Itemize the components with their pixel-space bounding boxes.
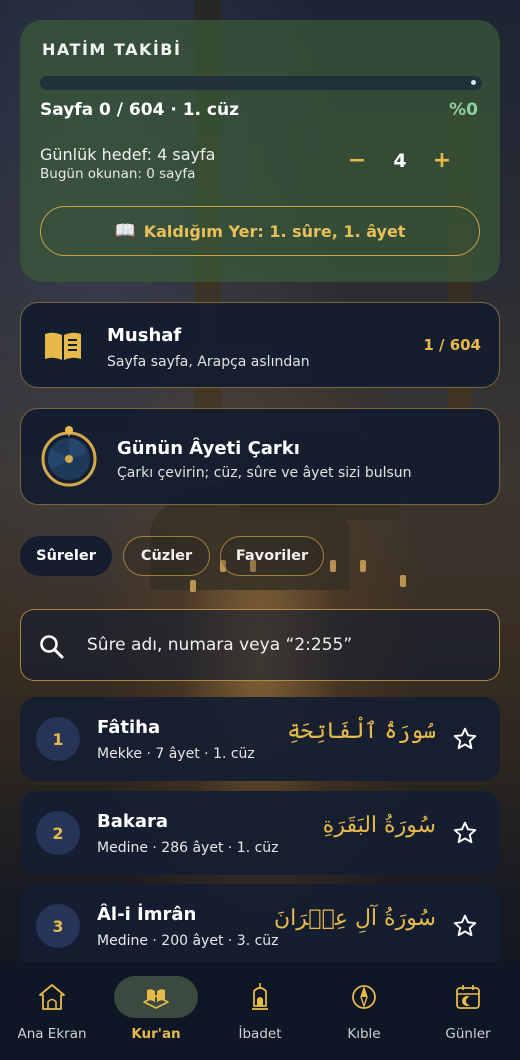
page-progress-text: Sayfa 0 / 604 · 1. cüz [40, 100, 239, 120]
hatim-title: HATİM TAKİBİ [42, 40, 182, 59]
mushaf-card[interactable]: Mushaf Sayfa sayfa, Arapça aslından 1 / … [20, 302, 500, 388]
read-today-label: Bugün okunan: 0 sayfa [40, 166, 196, 182]
progress-indicator [471, 80, 476, 85]
surah-name: Âl-i İmrân [97, 904, 197, 925]
progress-percent: %0 [449, 100, 478, 120]
spin-wheel-icon [41, 426, 97, 487]
tab-favoriler[interactable]: Favoriler [220, 536, 324, 576]
hatim-tracker-card: HATİM TAKİBİ Sayfa 0 / 604 · 1. cüz %0 G… [20, 20, 500, 282]
home-mosque-icon [39, 984, 65, 1010]
search-icon [40, 635, 64, 659]
tab-sureler[interactable]: Sûreler [20, 536, 112, 576]
surah-row[interactable]: 2 Bakara Medine · 286 âyet · 1. cüz سُور… [20, 791, 500, 875]
goal-decrease-button[interactable]: − [345, 148, 369, 173]
open-book-icon: 📖 [114, 221, 136, 241]
nav-item-ana-ekran[interactable]: Ana Ekran [0, 962, 104, 1060]
bottom-navigation: Ana Ekran Kur'an İbadet Kıble Günler [0, 962, 520, 1060]
surah-name: Fâtiha [97, 717, 161, 738]
surah-meta: Medine · 200 âyet · 3. cüz [97, 933, 279, 949]
goal-increase-button[interactable]: + [430, 148, 454, 173]
surah-arabic-name: سُورَةُ ٱلْفَاتِحَةِ [287, 719, 436, 744]
favorite-star-icon[interactable] [452, 726, 478, 752]
favorite-star-icon[interactable] [452, 820, 478, 846]
nav-label: Günler [445, 1026, 491, 1042]
compass-icon [352, 985, 376, 1009]
surah-arabic-name: سُورَةُ البَقَرَةِ [322, 813, 436, 838]
resume-reading-label: Kaldığım Yer: 1. sûre, 1. âyet [143, 221, 406, 241]
nav-label: Ana Ekran [17, 1026, 87, 1042]
nav-item-gunler[interactable]: Günler [416, 962, 520, 1060]
surah-number-badge: 3 [36, 904, 80, 948]
quran-book-icon [143, 989, 169, 1009]
surah-row[interactable]: 1 Fâtiha Mekke · 7 âyet · 1. cüz سُورَةُ… [20, 697, 500, 781]
nav-label: Kur'an [131, 1026, 181, 1042]
nav-label: Kıble [347, 1026, 381, 1042]
search-input[interactable]: Sûre adı, numara veya “2:255” [87, 635, 352, 655]
nav-item-kible[interactable]: Kıble [312, 962, 416, 1060]
surah-number-badge: 2 [36, 811, 80, 855]
nav-item-ibadet[interactable]: İbadet [208, 962, 312, 1060]
calendar-icon [456, 985, 480, 1009]
surah-number-badge: 1 [36, 717, 80, 761]
surah-arabic-name: سُورَةُ آلِ عِمۡرَانَ [274, 906, 436, 931]
surah-meta: Medine · 286 âyet · 1. cüz [97, 840, 279, 856]
surah-name: Bakara [97, 811, 169, 832]
surah-meta: Mekke · 7 âyet · 1. cüz [97, 746, 255, 762]
resume-reading-button[interactable]: 📖 Kaldığım Yer: 1. sûre, 1. âyet [40, 206, 480, 256]
hatim-progress-bar [40, 76, 482, 90]
daily-goal-label: Günlük hedef: 4 sayfa [40, 145, 216, 164]
verse-wheel-card[interactable]: Günün Âyeti Çarkı Çarkı çevirin; cüz, sû… [20, 408, 500, 505]
verse-wheel-title: Günün Âyeti Çarkı [117, 438, 300, 459]
goal-value: 4 [393, 150, 407, 172]
nav-item-kuran[interactable]: Kur'an [104, 962, 208, 1060]
lantern-icon [252, 983, 268, 1010]
favorite-star-icon[interactable] [452, 913, 478, 939]
surah-row[interactable]: 3 Âl-i İmrân Medine · 200 âyet · 3. cüz … [20, 884, 500, 968]
mushaf-book-icon [45, 332, 81, 360]
verse-wheel-subtitle: Çarkı çevirin; cüz, sûre ve âyet sizi bu… [117, 465, 412, 481]
tab-cuzler[interactable]: Cüzler [123, 536, 210, 576]
surah-search-box[interactable]: Sûre adı, numara veya “2:255” [20, 609, 500, 681]
mushaf-title: Mushaf [107, 325, 182, 346]
nav-label: İbadet [238, 1026, 282, 1042]
mushaf-subtitle: Sayfa sayfa, Arapça aslından [107, 354, 310, 370]
mushaf-page-count: 1 / 604 [423, 336, 481, 354]
